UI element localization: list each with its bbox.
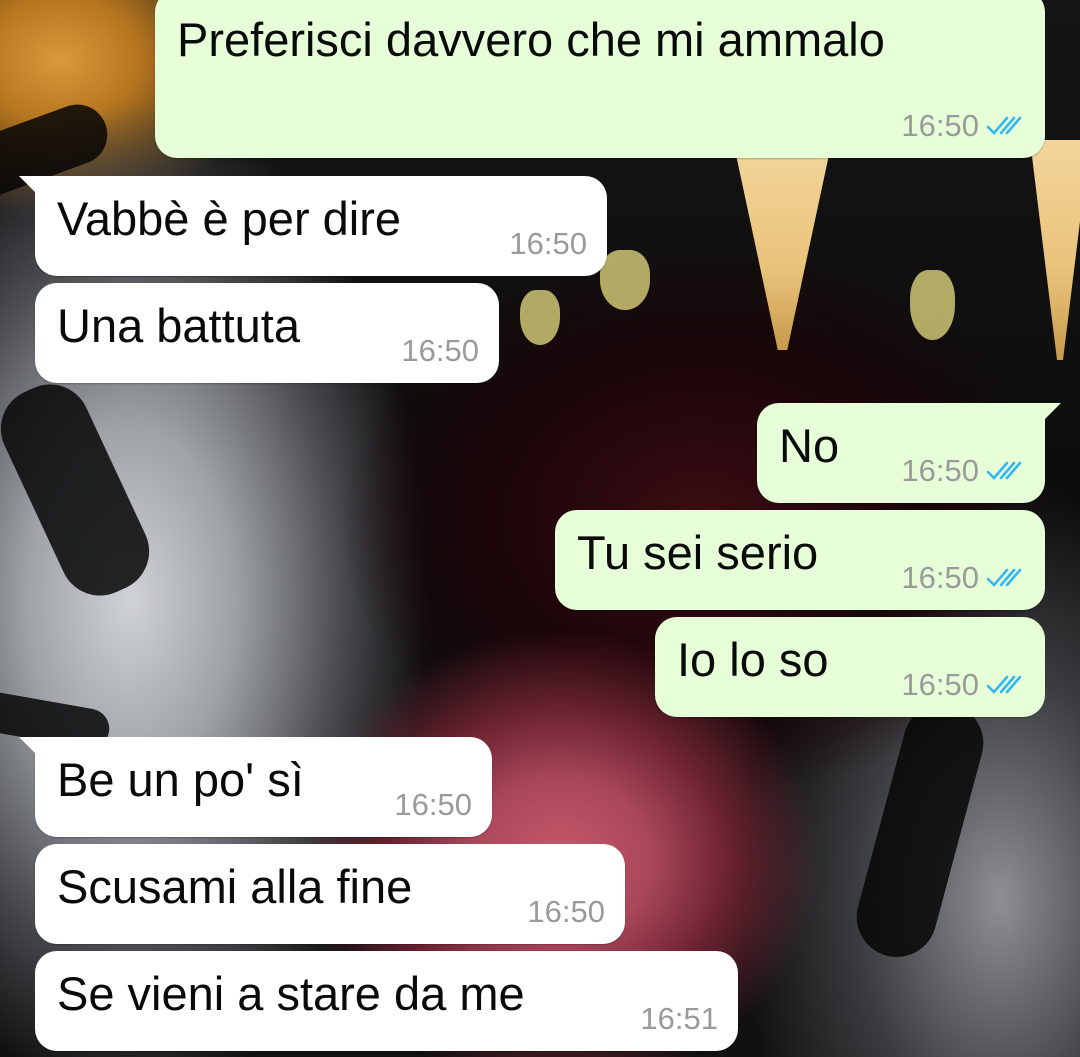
outgoing-message-bubble[interactable]: No 16:50 (757, 403, 1045, 503)
message-time: 16:50 (527, 894, 605, 929)
outgoing-message-bubble[interactable]: Tu sei serio 16:50 (555, 510, 1045, 610)
message-time: 16:50 (901, 560, 979, 595)
message-time: 16:50 (509, 226, 587, 261)
message-text: Tu sei serio (577, 526, 819, 579)
incoming-message-bubble[interactable]: Be un po' sì 16:50 (35, 737, 492, 837)
message-meta: 16:50 (527, 894, 605, 930)
incoming-message-bubble[interactable]: Se vieni a stare da me 16:51 (35, 951, 738, 1051)
message-meta: 16:50 (901, 667, 1025, 703)
message-time: 16:50 (901, 667, 979, 702)
message-meta: 16:50 (901, 560, 1025, 596)
message-meta: 16:50 (901, 108, 1025, 144)
double-check-read-icon (986, 461, 1022, 480)
double-check-read-icon (986, 116, 1022, 135)
outgoing-message-bubble[interactable]: Io lo so 16:50 (655, 617, 1045, 717)
incoming-message-bubble[interactable]: Vabbè è per dire 16:50 (35, 176, 607, 276)
message-text: Una battuta (57, 299, 301, 352)
message-meta: 16:50 (394, 787, 472, 823)
message-meta: 16:50 (509, 226, 587, 262)
outgoing-message-bubble[interactable]: Preferisci davvero che mi ammalo 16:50 (155, 0, 1045, 158)
message-text: Se vieni a stare da me (57, 967, 525, 1020)
message-time: 16:50 (394, 787, 472, 822)
message-time: 16:51 (640, 1001, 718, 1036)
message-time: 16:50 (401, 333, 479, 368)
double-check-read-icon (986, 675, 1022, 694)
fang (735, 150, 830, 350)
message-text: No (779, 419, 840, 472)
message-text: Vabbè è per dire (57, 192, 402, 245)
message-meta: 16:50 (901, 453, 1025, 489)
message-meta: 16:50 (401, 333, 479, 369)
message-meta: 16:51 (640, 1001, 718, 1037)
message-text: Io lo so (677, 633, 829, 686)
incoming-message-bubble[interactable]: Una battuta 16:50 (35, 283, 499, 383)
message-text: Be un po' sì (57, 753, 304, 806)
message-time: 16:50 (901, 453, 979, 488)
message-text: Preferisci davvero che mi ammalo (177, 13, 885, 66)
message-text: Scusami alla fine (57, 860, 413, 913)
message-time: 16:50 (901, 108, 979, 143)
incoming-message-bubble[interactable]: Scusami alla fine 16:50 (35, 844, 625, 944)
fang (1030, 140, 1080, 360)
double-check-read-icon (986, 568, 1022, 587)
